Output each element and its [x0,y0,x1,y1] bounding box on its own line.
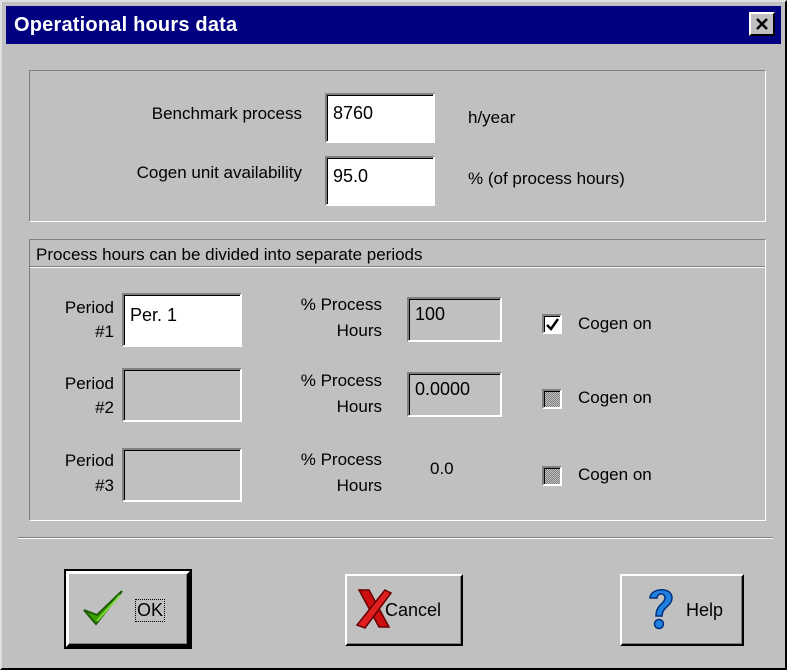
cancel-button[interactable]: Cancel [345,574,463,646]
benchmark-process-label: Benchmark process [151,104,302,123]
ok-button[interactable]: OK [64,569,192,649]
footer-divider [18,537,773,539]
help-button-label: Help [686,600,724,620]
period-2-pct-label-line1: % Process [300,371,382,390]
period-1-name-input[interactable]: Per. 1 [122,293,242,347]
period-1-cogen-label: Cogen on [578,314,652,333]
period-2-label-line2: #2 [95,398,114,417]
cancel-button-label: Cancel [385,600,442,620]
period-3-pct-label-line1: % Process [300,450,382,469]
close-button[interactable] [749,12,775,36]
dialog-window: Operational hours data Benchmark process… [0,0,787,670]
period-2-cogen-checkbox[interactable] [542,389,562,409]
period-2-pct-value: 0.0000 [407,372,502,417]
period-3-cogen-checkbox[interactable] [542,466,562,486]
period-3-pct-label-line2: Hours [336,476,382,495]
period-1-label-line2: #1 [95,322,114,341]
availability-unit-label: % (of process hours) [468,169,625,188]
checkmark-icon [546,318,559,331]
period-3-label-line1: Period [64,451,114,470]
heading-divider [30,266,765,268]
periods-heading: Process hours can be divided into separa… [36,245,423,264]
cogen-availability-label: Cogen unit availability [136,163,302,182]
title-bar[interactable]: Operational hours data [6,6,781,44]
window-title: Operational hours data [14,14,238,36]
period-1-cogen-checkbox[interactable] [542,314,562,334]
period-1-pct-value: 100 [407,297,502,342]
period-2-pct-label-line2: Hours [336,397,382,416]
close-icon [756,18,768,30]
period-3-cogen-label: Cogen on [578,465,652,484]
cogen-availability-input[interactable]: 95.0 [325,156,435,206]
period-3-label-line2: #3 [95,476,114,495]
benchmark-process-input[interactable]: 8760 [325,93,435,143]
period-2-cogen-label: Cogen on [578,388,652,407]
blue-question-mark-icon [649,589,673,630]
period-1-label-line1: Period [64,298,114,317]
benchmark-unit-label: h/year [468,108,516,127]
period-1-pct-label-line2: Hours [336,321,382,340]
period-2-label-line1: Period [64,374,114,393]
ok-button-label: OK [135,599,166,622]
period-3-pct-value: 0.0 [430,459,454,478]
period-2-name-input[interactable] [122,368,242,422]
green-checkmark-icon [83,590,123,626]
period-1-pct-label-line1: % Process [300,295,382,314]
help-button[interactable]: Help [620,574,744,646]
period-3-name-input[interactable] [122,448,242,502]
